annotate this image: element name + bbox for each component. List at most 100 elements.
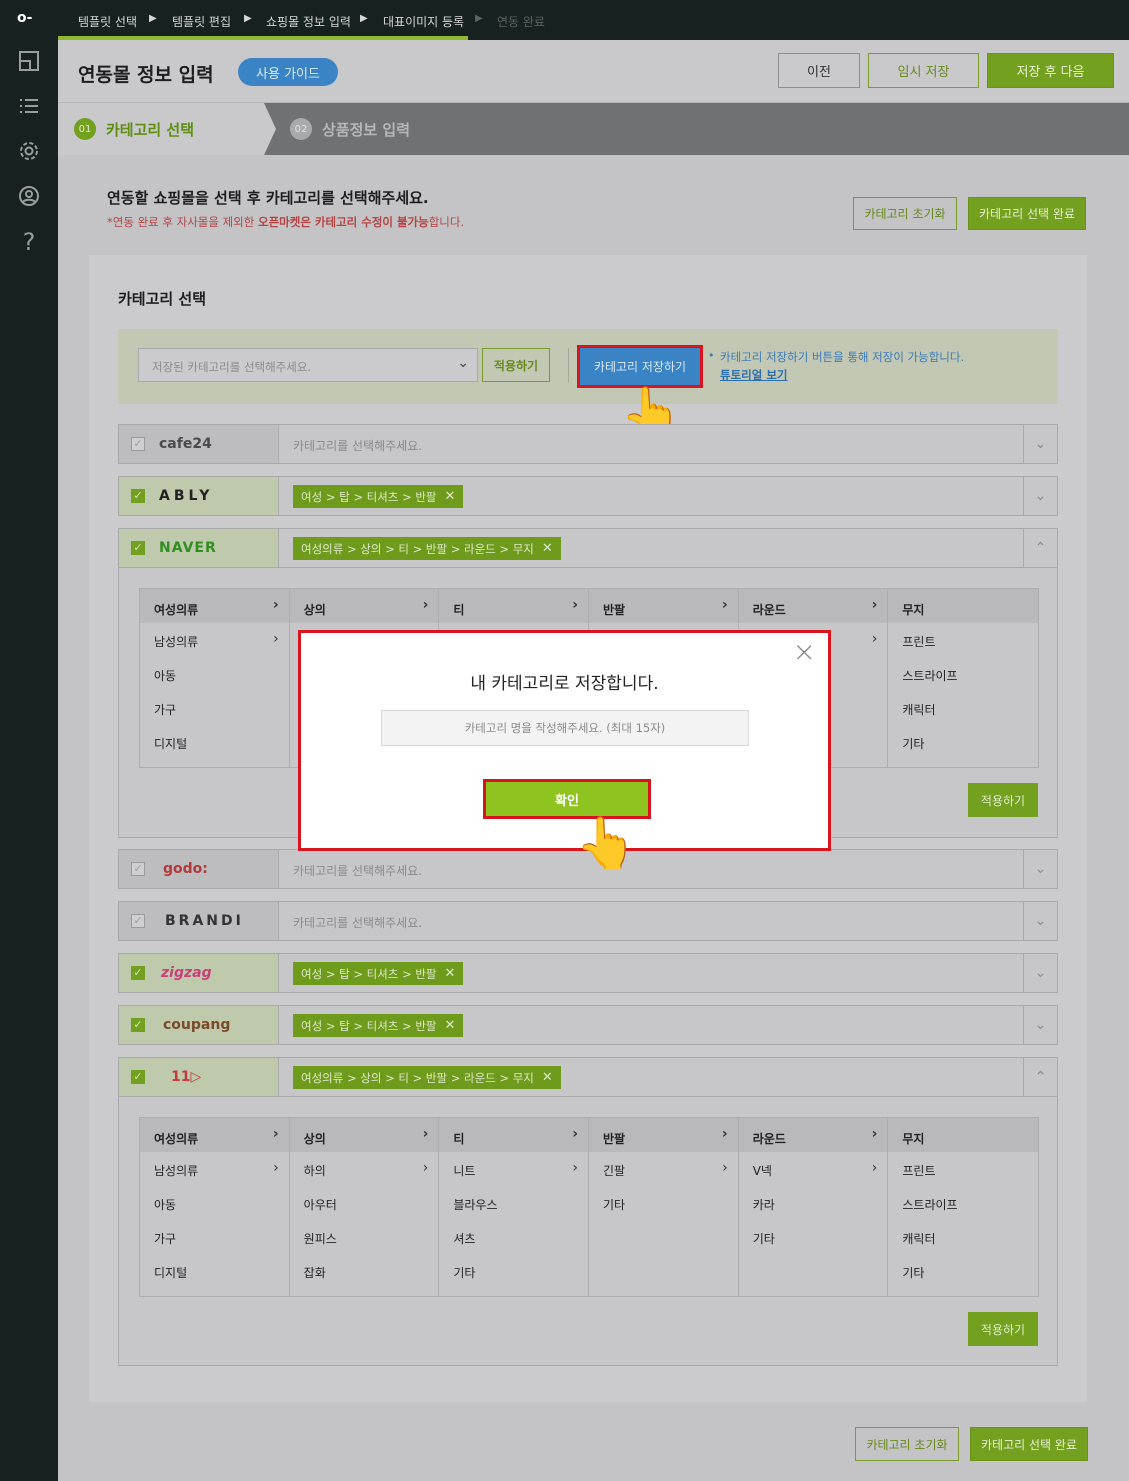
category-item[interactable]: 기타 xyxy=(439,1254,588,1288)
category-item[interactable]: 가구 xyxy=(140,691,289,725)
category-item[interactable]: 원피스 xyxy=(290,1220,439,1254)
checkbox[interactable]: ✓ xyxy=(131,966,145,980)
tab-product-info[interactable]: 02 상품정보 입력 xyxy=(290,118,410,140)
chevron-down-icon[interactable]: ⌄ xyxy=(1023,902,1057,940)
user-circle-icon[interactable] xyxy=(17,185,41,209)
category-item[interactable]: 디지털 xyxy=(140,725,289,759)
chevron-down-icon[interactable]: ⌄ xyxy=(1023,425,1057,463)
checkbox[interactable]: ✓ xyxy=(131,437,145,451)
category-item-selected[interactable]: 반팔 › xyxy=(589,589,738,623)
category-item-selected[interactable]: 라운드 › xyxy=(738,1118,888,1152)
category-complete-button[interactable]: 카테고리 선택 완료 xyxy=(968,197,1086,230)
category-item[interactable]: 스트라이프 xyxy=(888,1186,1038,1220)
remove-icon[interactable]: ✕ xyxy=(444,1018,455,1033)
category-item[interactable]: 아동 xyxy=(140,1186,289,1220)
category-item[interactable]: 스트라이프 xyxy=(888,657,1038,691)
category-item-selected[interactable]: 여성의류 › xyxy=(140,589,289,623)
category-item[interactable]: 프린트 xyxy=(888,1152,1038,1186)
category-item[interactable]: 아우터 xyxy=(290,1186,439,1220)
category-item[interactable]: 니트 › xyxy=(439,1152,588,1186)
chevron-down-icon[interactable]: ⌄ xyxy=(1023,1006,1057,1044)
category-item[interactable]: 셔츠 xyxy=(439,1220,588,1254)
category-column: 라운드 › V넥 › 카라 기타 xyxy=(738,1118,889,1296)
mall-label-cell: ✓ zigzag xyxy=(119,954,279,992)
remove-icon[interactable]: ✕ xyxy=(542,1070,553,1085)
category-item[interactable]: 디지털 xyxy=(140,1254,289,1288)
chevron-up-icon[interactable]: ⌃ xyxy=(1023,1058,1057,1096)
list-icon[interactable] xyxy=(17,95,41,119)
category-reset-button[interactable]: 카테고리 초기화 xyxy=(853,197,957,230)
tutorial-link[interactable]: 튜토리얼 보기 xyxy=(720,367,787,383)
category-item[interactable]: 남성의류 › xyxy=(140,623,289,657)
layout-icon[interactable] xyxy=(17,50,41,74)
mall-row-naver[interactable]: ✓ NAVER 여성의류 > 상의 > 티 > 반팔 > 라운드 > 무지 ✕ ⌃ xyxy=(118,528,1058,568)
11st-category-browser: 여성의류 › 남성의류 › 아동 가구 디지털 상의 › 하의 › 아우터 원피스 잡화… xyxy=(118,1097,1058,1366)
category-item[interactable]: V넥 › xyxy=(739,1152,888,1186)
mall-row-brandi[interactable]: ✓ BRANDI 카테고리를 선택해주세요. ⌄ xyxy=(118,901,1058,941)
category-item-selected[interactable]: 상의 › xyxy=(289,589,439,623)
mall-row-coupang[interactable]: ✓ coupang 여성 > 탑 > 티셔츠 > 반팔 ✕ ⌄ xyxy=(118,1005,1058,1045)
chevron-up-icon[interactable]: ⌃ xyxy=(1023,529,1057,567)
category-item-selected[interactable]: 티 › xyxy=(439,1118,589,1152)
category-item[interactable]: 하의 › xyxy=(290,1152,439,1186)
mall-row-cafe24[interactable]: ✓ cafe24 카테고리를 선택해주세요. ⌄ xyxy=(118,424,1058,464)
apply-category-button[interactable]: 적용하기 xyxy=(968,1312,1038,1346)
remove-icon[interactable]: ✕ xyxy=(542,541,553,556)
category-item-selected[interactable]: 상의 › xyxy=(289,1118,439,1152)
close-icon[interactable]: × xyxy=(793,635,816,668)
footer-complete-button[interactable]: 카테고리 선택 완료 xyxy=(970,1427,1088,1461)
remove-icon[interactable]: ✕ xyxy=(444,966,455,981)
guide-button[interactable]: 사용 가이드 xyxy=(238,58,338,86)
category-item[interactable]: 블라우스 xyxy=(439,1186,588,1220)
chevron-down-icon[interactable]: ⌄ xyxy=(1023,850,1057,888)
app-logo[interactable]: o- xyxy=(17,10,32,26)
category-item[interactable]: 기타 xyxy=(739,1220,888,1254)
category-item-selected[interactable]: 여성의류 › xyxy=(140,1118,289,1152)
checkbox[interactable]: ✓ xyxy=(131,862,145,876)
category-item[interactable]: 남성의류 › xyxy=(140,1152,289,1186)
apply-category-button[interactable]: 적용하기 xyxy=(968,783,1038,817)
mall-row-zigzag[interactable]: ✓ zigzag 여성 > 탑 > 티셔츠 > 반팔 ✕ ⌄ xyxy=(118,953,1058,993)
category-item[interactable]: 가구 xyxy=(140,1220,289,1254)
category-item[interactable]: 잡화 xyxy=(290,1254,439,1288)
checkbox[interactable]: ✓ xyxy=(131,489,145,503)
checkbox[interactable]: ✓ xyxy=(131,914,145,928)
category-column: 여성의류 › 남성의류 › 아동 가구 디지털 xyxy=(140,1118,290,1296)
category-item[interactable]: 프린트 xyxy=(888,623,1038,657)
apply-saved-button[interactable]: 적용하기 xyxy=(482,348,550,382)
footer-reset-button[interactable]: 카테고리 초기화 xyxy=(855,1427,959,1461)
category-item-selected[interactable]: 티 › xyxy=(439,589,589,623)
mall-row-11st[interactable]: ✓ 11▷ 여성의류 > 상의 > 티 > 반팔 > 라운드 > 무지 ✕ ⌃ xyxy=(118,1057,1058,1097)
category-name-input[interactable]: 카테고리 명을 작성해주세요. (최대 15자) xyxy=(381,710,749,746)
category-item-selected[interactable]: 반팔 › xyxy=(589,1118,738,1152)
category-item-selected[interactable]: 무지 xyxy=(888,589,1039,623)
chevron-down-icon[interactable]: ⌄ xyxy=(1023,477,1057,515)
saved-category-select[interactable]: 저장된 카테고리를 선택해주세요. ⌄ xyxy=(138,348,478,382)
prev-button[interactable]: 이전 xyxy=(778,53,860,88)
intro-note: *연동 완료 후 자사몰을 제외한 오픈마켓은 카테고리 수정이 불가능합니다. xyxy=(107,214,464,230)
chevron-down-icon[interactable]: ⌄ xyxy=(1023,954,1057,992)
save-category-button[interactable]: 카테고리 저장하기 xyxy=(577,345,703,388)
category-item[interactable]: 아동 xyxy=(140,657,289,691)
temp-save-button[interactable]: 임시 저장 xyxy=(868,53,979,88)
checkbox[interactable]: ✓ xyxy=(131,1018,145,1032)
select-placeholder: 저장된 카테고리를 선택해주세요. xyxy=(152,360,312,374)
remove-icon[interactable]: ✕ xyxy=(444,489,455,504)
checkbox[interactable]: ✓ xyxy=(131,1070,145,1084)
checkbox[interactable]: ✓ xyxy=(131,541,145,555)
mall-row-ably[interactable]: ✓ ABLY 여성 > 탑 > 티셔츠 > 반팔 ✕ ⌄ xyxy=(118,476,1058,516)
category-item[interactable]: 긴팔 › xyxy=(589,1152,738,1186)
category-item-selected[interactable]: 무지 xyxy=(888,1118,1039,1152)
gear-icon[interactable] xyxy=(17,140,41,164)
category-item[interactable]: 기타 xyxy=(888,1254,1038,1288)
category-item[interactable]: 기타 xyxy=(888,725,1038,759)
confirm-button[interactable]: 확인 xyxy=(483,779,651,819)
category-item[interactable]: 기타 xyxy=(589,1186,738,1220)
help-icon[interactable]: ? xyxy=(17,230,41,254)
tab-category-select[interactable]: 01 카테고리 선택 xyxy=(74,118,194,140)
category-item[interactable]: 카라 xyxy=(739,1186,888,1220)
category-item-selected[interactable]: 라운드 › xyxy=(738,589,888,623)
category-item[interactable]: 캐릭터 xyxy=(888,691,1038,725)
category-item[interactable]: 캐릭터 xyxy=(888,1220,1038,1254)
save-next-button[interactable]: 저장 후 다음 xyxy=(987,53,1114,88)
